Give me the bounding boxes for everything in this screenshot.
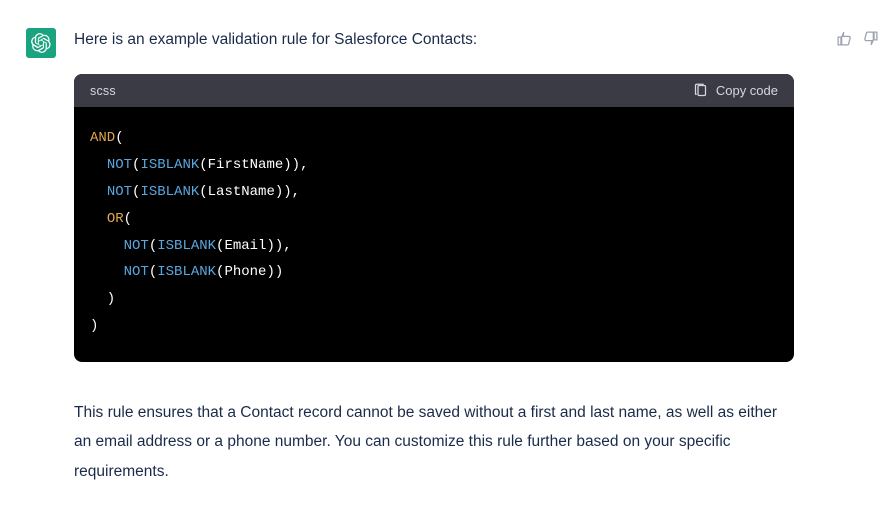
code-block: scss Copy code AND( NOT(ISBLANK(FirstNam… <box>74 74 794 362</box>
explanation-text: This rule ensures that a Contact record … <box>74 398 794 486</box>
copy-code-label: Copy code <box>716 83 778 98</box>
message-content: Here is an example validation rule for S… <box>74 28 794 486</box>
code-header: scss Copy code <box>74 74 794 107</box>
openai-logo-icon <box>31 33 51 53</box>
thumbs-up-icon <box>836 30 853 47</box>
clipboard-icon <box>693 83 708 98</box>
feedback-buttons <box>834 28 880 48</box>
copy-code-button[interactable]: Copy code <box>693 83 778 98</box>
intro-text: Here is an example validation rule for S… <box>74 28 794 52</box>
assistant-avatar <box>26 28 56 58</box>
thumbs-up-button[interactable] <box>834 28 854 48</box>
code-language-label: scss <box>90 84 116 98</box>
code-content[interactable]: AND( NOT(ISBLANK(FirstName)), NOT(ISBLAN… <box>74 107 794 362</box>
thumbs-down-button[interactable] <box>860 28 880 48</box>
thumbs-down-icon <box>862 30 879 47</box>
